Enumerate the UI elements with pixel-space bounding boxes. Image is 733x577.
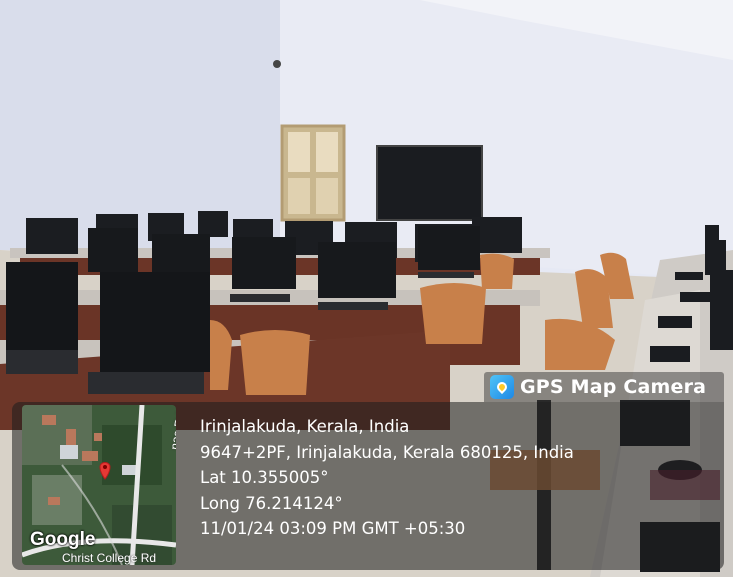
google-logo: Google [30, 529, 96, 550]
location-details: Irinjalakuda, Kerala, India 9647+2PF, Ir… [200, 414, 574, 542]
gps-map-camera-icon [490, 375, 514, 399]
longitude: Long 76.214124° [200, 493, 343, 513]
gps-badge-title: GPS Map Camera [520, 376, 707, 398]
date-time: 11/01/24 03:09 PM GMT +05:30 [200, 519, 466, 538]
map-thumbnail: nas Rd Google Christ College Rd [22, 405, 176, 565]
map-road-label-bottom: Christ College Rd [62, 551, 157, 565]
latitude: Lat 10.355005° [200, 468, 329, 487]
full-address: 9647+2PF, Irinjalakuda, Kerala 680125, I… [200, 442, 574, 462]
gps-map-camera-badge: GPS Map Camera [484, 372, 724, 402]
place-name: Irinjalakuda, Kerala, India [200, 417, 410, 436]
